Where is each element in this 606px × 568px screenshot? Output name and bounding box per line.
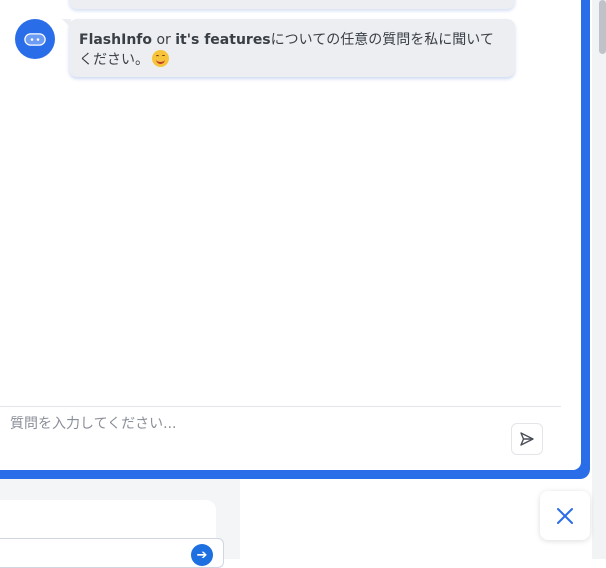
send-icon	[520, 432, 534, 446]
page-scrollbar-track	[592, 0, 606, 559]
chat-messages: FlashInfo or it's featuresについての任意の質問を私に聞…	[0, 0, 561, 386]
product-name: FlashInfo	[79, 32, 152, 48]
previous-message-bubble	[69, 0, 515, 9]
bot-message-bubble: FlashInfo or it's featuresについての任意の質問を私に聞…	[62, 19, 515, 77]
message-text-or: or	[152, 32, 176, 48]
bot-avatar	[15, 19, 55, 59]
message-input[interactable]	[0, 413, 500, 435]
chat-panel: FlashInfo or it's featuresについての任意の質問を私に聞…	[0, 0, 581, 470]
chat-widget: FlashInfo or it's featuresについての任意の質問を私に聞…	[0, 0, 590, 479]
background-submit-button[interactable]: ➔	[191, 544, 213, 566]
smiley-emoji-icon	[152, 50, 169, 67]
page-scrollbar-thumb[interactable]	[599, 0, 606, 54]
features-text: it's features	[175, 32, 271, 48]
close-icon	[557, 507, 573, 524]
send-button[interactable]	[511, 423, 543, 455]
arrow-right-circle-icon: ➔	[196, 547, 208, 563]
close-chat-button[interactable]	[540, 491, 590, 540]
robot-icon	[24, 33, 46, 46]
message-composer	[0, 406, 561, 470]
background-card	[0, 500, 216, 540]
